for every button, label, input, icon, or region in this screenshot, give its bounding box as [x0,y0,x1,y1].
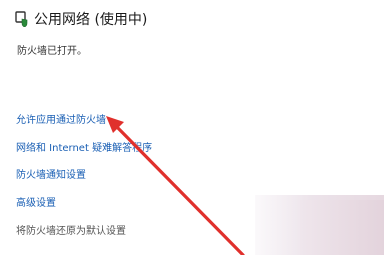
background-blur-inner [300,200,384,255]
network-shield-icon [15,11,28,27]
network-title: 公用网络 (使用中) [34,12,148,28]
allow-app-through-firewall-link[interactable]: 允许应用通过防火墙 [16,111,106,126]
network-troubleshooter-link[interactable]: 网络和 Internet 疑难解答程序 [16,139,152,154]
restore-defaults-link[interactable]: 将防火墙还原为默认设置 [16,222,126,237]
firewall-notification-settings-link[interactable]: 防火墙通知设置 [16,166,86,181]
network-header: 公用网络 (使用中) [14,9,147,29]
firewall-status-text: 防火墙已打开。 [17,46,87,57]
firewall-network-page: 公用网络 (使用中) 防火墙已打开。 允许应用通过防火墙 网络和 Interne… [0,0,384,255]
advanced-settings-link[interactable]: 高级设置 [16,194,56,209]
